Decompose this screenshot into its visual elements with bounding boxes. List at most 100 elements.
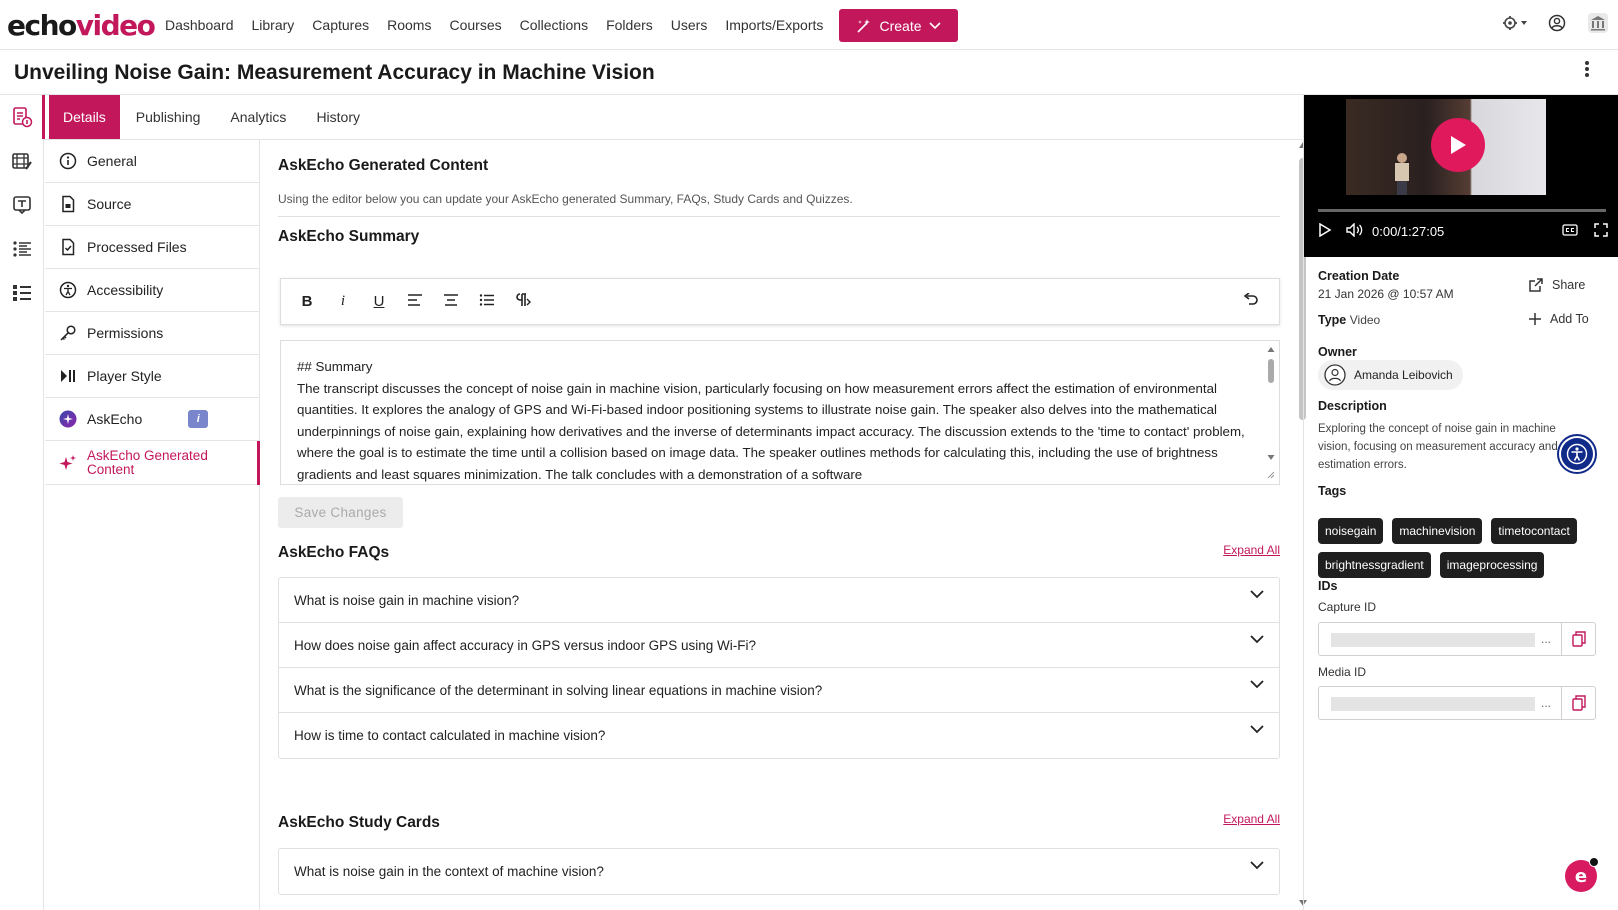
submenu-askecho-generated[interactable]: AskEcho Generated Content xyxy=(45,441,260,485)
tag-chip[interactable]: noisegain xyxy=(1318,518,1384,544)
logo-text-echo: echo xyxy=(7,9,77,42)
rail-transcript[interactable] xyxy=(0,183,44,227)
tab-history[interactable]: History xyxy=(302,95,374,139)
submenu-accessibility[interactable]: Accessibility xyxy=(45,269,259,312)
editor-scrollbar[interactable] xyxy=(1267,345,1275,480)
faq-item[interactable]: How does noise gain affect accuracy in G… xyxy=(279,623,1279,668)
underline-button[interactable]: U xyxy=(371,293,387,310)
save-changes-button[interactable]: Save Changes xyxy=(278,497,403,528)
nav-courses[interactable]: Courses xyxy=(449,17,501,33)
rail-media[interactable] xyxy=(0,139,44,183)
echovideo-logo[interactable]: echovideo xyxy=(7,9,156,42)
tag-chip[interactable]: brightnessgradient xyxy=(1318,552,1431,578)
more-options-icon[interactable] xyxy=(1584,60,1590,84)
play-pause-icon xyxy=(59,367,77,385)
video-player[interactable]: 0:00/1:27:05 xyxy=(1304,95,1618,257)
tag-chip[interactable]: timetocontact xyxy=(1491,518,1577,544)
nav-captures[interactable]: Captures xyxy=(312,17,369,33)
add-to-button[interactable]: Add To xyxy=(1528,312,1589,326)
document-info-icon xyxy=(13,107,33,128)
nav-library[interactable]: Library xyxy=(252,17,295,33)
settings-gear-icon[interactable] xyxy=(1502,14,1528,37)
rail-chapters[interactable] xyxy=(0,227,44,271)
tab-details[interactable]: Details xyxy=(49,95,120,139)
undo-icon xyxy=(1243,292,1258,305)
chat-e-icon: e xyxy=(1574,865,1588,887)
capture-id-field[interactable]: ... xyxy=(1318,622,1596,656)
type-row: Type Video xyxy=(1318,313,1380,327)
submenu-askecho[interactable]: AskEcho i xyxy=(45,398,259,441)
play-control-icon[interactable] xyxy=(1318,222,1332,240)
copy-icon xyxy=(1571,695,1586,711)
nav-folders[interactable]: Folders xyxy=(606,17,653,33)
faq-item[interactable]: What is noise gain in machine vision? xyxy=(279,578,1279,623)
askecho-info-badge[interactable]: i xyxy=(188,410,209,428)
capture-id-label: Capture ID xyxy=(1318,600,1377,614)
summary-editor[interactable]: ## Summary The transcript discusses the … xyxy=(280,340,1280,485)
institution-building-icon[interactable] xyxy=(1586,11,1610,40)
main-content: AskEcho Generated Content Using the edit… xyxy=(260,140,1290,910)
nav-icons xyxy=(1502,0,1610,50)
rail-checklist[interactable] xyxy=(0,271,44,315)
nav-dashboard[interactable]: Dashboard xyxy=(165,17,234,33)
create-button[interactable]: Create xyxy=(839,9,958,42)
bold-button[interactable]: B xyxy=(299,293,315,310)
description-text: Exploring the concept of noise gain in m… xyxy=(1318,423,1558,471)
tab-publishing[interactable]: Publishing xyxy=(122,95,215,139)
nav-collections[interactable]: Collections xyxy=(520,17,588,33)
submenu-player-style[interactable]: Player Style xyxy=(45,355,259,398)
nav-rooms[interactable]: Rooms xyxy=(387,17,431,33)
nav-imports-exports[interactable]: Imports/Exports xyxy=(725,17,823,33)
share-button[interactable]: Share xyxy=(1528,277,1585,293)
chevron-down-icon xyxy=(1250,635,1264,644)
submenu-general[interactable]: General xyxy=(45,140,259,183)
copy-capture-id-button[interactable] xyxy=(1561,623,1595,655)
accessibility-widget-button[interactable] xyxy=(1557,434,1597,474)
text-box-icon xyxy=(13,196,31,215)
creation-date-label: Creation Date xyxy=(1318,269,1400,283)
video-progress-bar[interactable] xyxy=(1318,209,1606,212)
play-overlay-button[interactable] xyxy=(1431,118,1485,172)
media-details-panel: 0:00/1:27:05 Creation Date 21 Jan 2026 @… xyxy=(1303,95,1618,910)
bullet-list-button[interactable] xyxy=(479,293,495,310)
submenu-permissions[interactable]: Permissions xyxy=(45,312,259,355)
add-to-label: Add To xyxy=(1550,312,1589,326)
italic-button[interactable]: i xyxy=(335,293,351,310)
faq-item[interactable]: What is the significance of the determin… xyxy=(279,668,1279,713)
undo-button[interactable] xyxy=(1243,292,1259,310)
study-card-item[interactable]: What is noise gain in the context of mac… xyxy=(279,849,1279,894)
tags-list: noisegain machinevision timetocontact br… xyxy=(1318,518,1608,578)
align-left-button[interactable] xyxy=(407,293,423,310)
video-controls: 0:00/1:27:05 xyxy=(1318,222,1608,240)
media-id-field[interactable]: ... xyxy=(1318,686,1596,720)
page-title: Unveiling Noise Gain: Measurement Accura… xyxy=(14,61,655,84)
paragraph-button[interactable] xyxy=(515,292,531,311)
submenu-processed-files[interactable]: Processed Files xyxy=(45,226,259,269)
volume-icon[interactable] xyxy=(1346,222,1364,240)
faq-item[interactable]: How is time to contact calculated in mac… xyxy=(279,713,1279,758)
bullet-list-icon xyxy=(479,294,494,306)
editor-toolbar: B i U xyxy=(280,278,1280,325)
tag-chip[interactable]: machinevision xyxy=(1392,518,1483,544)
owner-chip[interactable]: Amanda Leibovich xyxy=(1318,360,1463,390)
summary-body-text: The transcript discusses the concept of … xyxy=(297,380,1245,482)
tag-chip[interactable]: imageprocessing xyxy=(1439,552,1545,578)
nav-users[interactable]: Users xyxy=(671,17,708,33)
study-cards-list: What is noise gain in the context of mac… xyxy=(278,848,1280,895)
copy-media-id-button[interactable] xyxy=(1561,687,1595,719)
faqs-expand-all-link[interactable]: Expand All xyxy=(1223,543,1280,557)
tab-analytics[interactable]: Analytics xyxy=(216,95,300,139)
summary-title: AskEcho Summary xyxy=(278,228,420,245)
rail-details[interactable] xyxy=(0,95,45,139)
user-account-icon[interactable] xyxy=(1548,14,1566,37)
checklist-icon xyxy=(13,285,31,301)
captions-icon[interactable] xyxy=(1562,224,1578,239)
study-cards-expand-all-link[interactable]: Expand All xyxy=(1223,812,1280,826)
right-panel-scrollbar[interactable] xyxy=(1606,95,1618,910)
align-center-button[interactable] xyxy=(443,293,459,310)
askecho-sparkle-icon xyxy=(59,410,77,428)
section-divider xyxy=(278,216,1280,217)
submenu-source[interactable]: Source xyxy=(45,183,259,226)
capture-id-redacted xyxy=(1331,633,1535,647)
tags-label: Tags xyxy=(1318,484,1347,498)
